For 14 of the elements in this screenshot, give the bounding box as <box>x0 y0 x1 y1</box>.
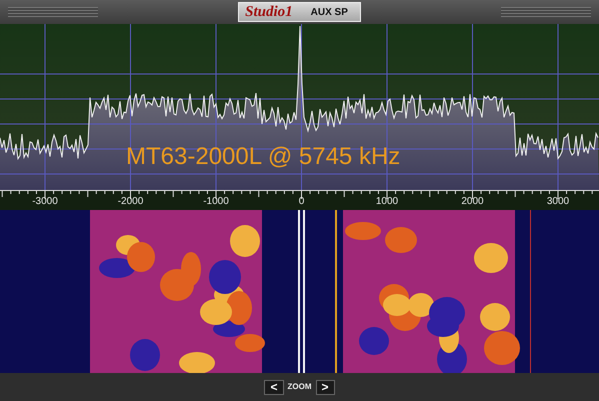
axis-label: 0 <box>298 197 304 207</box>
axis-label: 1000 <box>376 197 398 207</box>
mode-label: AUX SP <box>310 6 348 20</box>
axis-label: -3000 <box>32 197 58 207</box>
axis-label: -2000 <box>118 197 144 207</box>
grip-icon <box>500 7 591 17</box>
logo-text: Studio1 <box>245 2 293 22</box>
zoom-out-button[interactable]: < <box>264 380 284 394</box>
axis-label: 2000 <box>461 197 484 207</box>
zoom-label: ZOOM <box>288 381 312 393</box>
axis-label: 3000 <box>546 197 570 207</box>
grip-icon <box>8 7 98 17</box>
zoom-in-button[interactable]: > <box>316 380 335 394</box>
axis-label: -1000 <box>203 197 229 207</box>
